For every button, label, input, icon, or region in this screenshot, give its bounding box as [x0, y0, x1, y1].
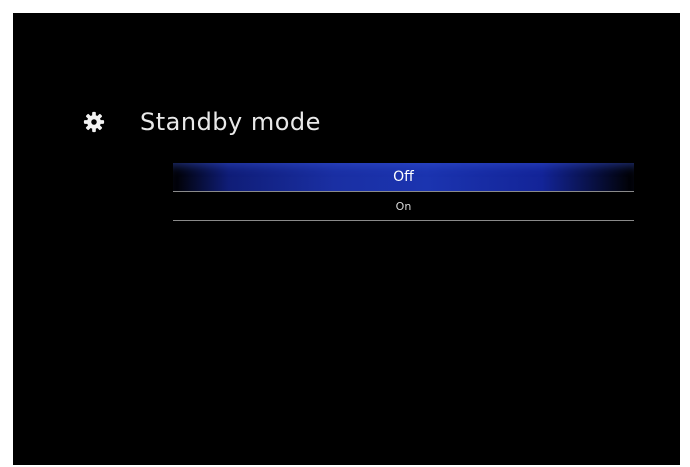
option-on[interactable]: On: [173, 192, 634, 221]
tv-screen: Standby mode Off On: [13, 13, 680, 465]
gear-icon: [83, 111, 105, 133]
standby-options-list: Off On: [173, 163, 634, 221]
page-title: Standby mode: [140, 108, 321, 136]
option-off-label: Off: [393, 169, 414, 185]
option-on-label: On: [395, 199, 412, 213]
option-off[interactable]: Off: [173, 163, 634, 192]
settings-header: Standby mode: [83, 105, 321, 139]
